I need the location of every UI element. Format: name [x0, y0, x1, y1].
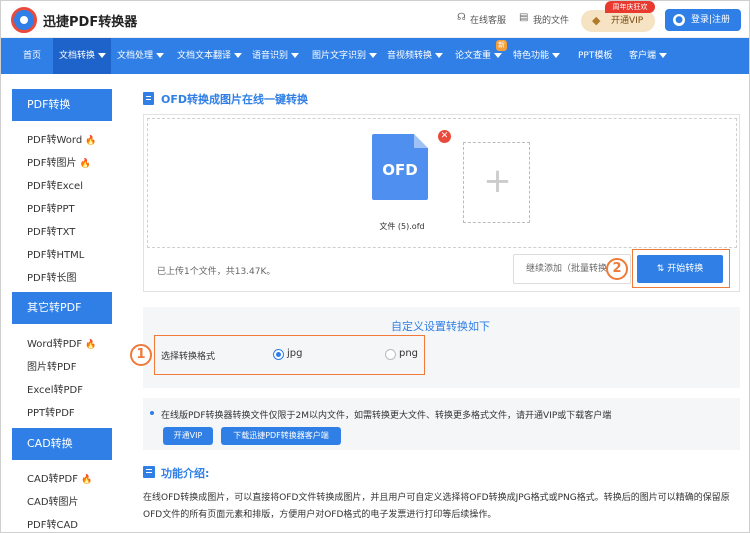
info-icon [143, 466, 155, 478]
sidebar-item-pdf-longimage[interactable]: PDF转长图 [27, 269, 76, 284]
chevron-down-icon [494, 53, 503, 58]
ofd-file-icon: OFD [372, 134, 428, 200]
close-icon[interactable]: ✕ [438, 130, 451, 143]
radio-png[interactable] [385, 349, 396, 360]
user-icon: ● [673, 14, 685, 26]
my-files-link[interactable]: 我的文件 [533, 13, 569, 26]
sidebar-item-pdf-word[interactable]: PDF转Word 🔥 [27, 131, 96, 146]
top-bar: 迅捷PDF转换器 ☊ 在线客服 ▤ 我的文件 ◆ 开通VIP 周年庆狂欢 ● 登… [1, 1, 749, 38]
sidebar-section-cad[interactable]: CAD转换 [12, 428, 112, 460]
sidebar-item-cad-image[interactable]: CAD转图片 [27, 493, 79, 508]
sidebar-item-pdf-cad[interactable]: PDF转CAD [27, 516, 78, 531]
login-label: 登录|注册 [691, 15, 731, 25]
page: 迅捷PDF转换器 ☊ 在线客服 ▤ 我的文件 ◆ 开通VIP 周年庆狂欢 ● 登… [0, 0, 750, 533]
radio-jpg-label[interactable]: jpg [287, 348, 302, 359]
sidebar-item-pdf-excel[interactable]: PDF转Excel [27, 177, 83, 192]
notice-text: 在线版PDF转换器转换文件仅限于2M以内文件，如需转换更大文件、转换更多格式文件… [161, 411, 612, 421]
settings-title: 自定义设置转换如下 [391, 320, 490, 333]
nav-doc-process[interactable]: 文档处理 [117, 38, 165, 74]
chevron-down-icon [98, 53, 107, 58]
sidebar-item-ppt-pdf[interactable]: PPT转PDF [27, 404, 75, 419]
radio-png-label[interactable]: png [399, 348, 418, 359]
nav-ppt[interactable]: PPT模板 [578, 38, 612, 74]
diamond-icon: ◆ [592, 14, 601, 27]
nav-speech[interactable]: 语音识别 [252, 38, 300, 74]
new-badge: 新 [496, 40, 507, 51]
intro-text: 在线OFD转换成图片，可以直接将OFD文件转换成图片，并且用户可自定义选择将OF… [143, 493, 730, 520]
sidebar-item-excel-pdf[interactable]: Excel转PDF [27, 381, 83, 396]
chevron-down-icon [156, 53, 165, 58]
chevron-down-icon [552, 53, 561, 58]
fire-icon: 🔥 [85, 340, 97, 350]
sidebar-item-pdf-html[interactable]: PDF转HTML [27, 246, 84, 261]
start-convert-button[interactable]: ⇅ 开始转换 [637, 255, 723, 283]
support-link[interactable]: 在线客服 [470, 13, 506, 26]
upload-status: 已上传1个文件，共13.47K。 [157, 267, 276, 277]
vip-button[interactable]: ◆ 开通VIP [581, 10, 655, 32]
document-icon [143, 92, 154, 105]
nav-features[interactable]: 特色功能 [513, 38, 561, 74]
nav-media[interactable]: 音视频转换 [387, 38, 444, 74]
sidebar-item-cad-pdf[interactable]: CAD转PDF 🔥 [27, 470, 92, 485]
chevron-down-icon [369, 53, 378, 58]
format-label: 选择转换格式 [161, 352, 216, 362]
step-marker-1: 1 [130, 344, 152, 366]
chevron-down-icon [234, 53, 243, 58]
chevron-down-icon [291, 53, 300, 58]
page-title: OFD转换成图片在线一键转换 [161, 93, 308, 106]
step-marker-2: 2 [606, 258, 628, 280]
nav-plagiarism[interactable]: 论文查重 [455, 38, 503, 74]
plus-icon: + [483, 161, 512, 201]
sidebar-item-pdf-txt[interactable]: PDF转TXT [27, 223, 75, 238]
open-vip-button[interactable]: 开通VIP [163, 427, 213, 445]
logo-icon[interactable] [11, 7, 37, 33]
intro-title: 功能介绍: [161, 467, 210, 480]
fire-icon: 🔥 [79, 159, 91, 169]
nav-doc-convert[interactable]: 文档转换 [53, 38, 111, 74]
login-button[interactable]: ● 登录|注册 [665, 9, 741, 31]
download-client-button[interactable]: 下载迅捷PDF转换器客户端 [221, 427, 341, 445]
file-icon-text: OFD [382, 161, 418, 179]
fire-icon: 🔥 [85, 136, 97, 146]
sidebar-item-word-pdf[interactable]: Word转PDF 🔥 [27, 335, 96, 350]
headset-icon[interactable]: ☊ [457, 12, 467, 23]
sidebar-item-pdf-ppt[interactable]: PDF转PPT [27, 200, 75, 215]
sidebar-item-pdf-image[interactable]: PDF转图片 🔥 [27, 154, 91, 169]
nav-client[interactable]: 客户端 [629, 38, 668, 74]
main-nav: 首页 文档转换 文档处理 文档文本翻译 语音识别 图片文字识别 音视频转换 论文… [1, 38, 749, 74]
bullet-icon [150, 411, 154, 415]
nav-doc-translate[interactable]: 文档文本翻译 [177, 38, 243, 74]
sidebar-section-pdf[interactable]: PDF转换 [12, 89, 112, 121]
add-file-button[interactable]: + [463, 142, 530, 223]
radio-jpg[interactable] [273, 349, 284, 360]
document-icon[interactable]: ▤ [519, 12, 529, 23]
chevron-down-icon [435, 53, 444, 58]
vip-button-label: 开通VIP [611, 16, 644, 26]
chevron-down-icon [659, 53, 668, 58]
promo-badge: 周年庆狂欢 [605, 1, 655, 13]
brand-name[interactable]: 迅捷PDF转换器 [43, 11, 137, 30]
swap-icon: ⇅ [656, 264, 668, 274]
fire-icon: 🔥 [81, 475, 93, 485]
nav-ocr[interactable]: 图片文字识别 [312, 38, 378, 74]
file-name: 文件 (5).ofd [379, 222, 425, 231]
sidebar-item-image-pdf[interactable]: 图片转PDF [27, 358, 76, 373]
sidebar-section-to-pdf[interactable]: 其它转PDF [12, 292, 112, 324]
nav-home[interactable]: 首页 [13, 38, 51, 74]
